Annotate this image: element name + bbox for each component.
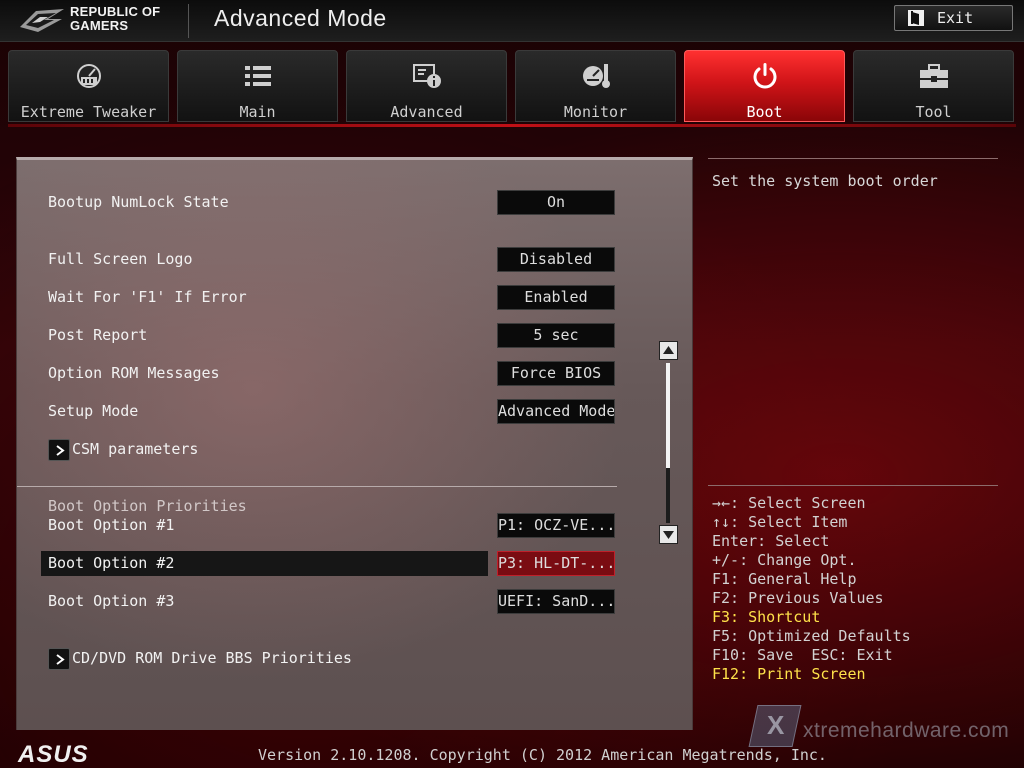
tab-monitor[interactable]: Monitor <box>515 50 676 122</box>
boot-option-2-label: Boot Option #2 <box>48 554 175 572</box>
help-description: Set the system boot order <box>712 172 938 190</box>
tab-strip-underline <box>8 124 1016 127</box>
power-icon <box>753 63 777 89</box>
boot-option-3-label: Boot Option #3 <box>48 592 175 610</box>
extreme-tweaker-icon <box>77 64 101 88</box>
help-shortcuts-divider <box>708 485 998 486</box>
arrow-up-icon <box>663 346 674 354</box>
brand-line-1: REPUBLIC OF <box>70 4 161 19</box>
shortcut-f10-esc: F10: Save ESC: Exit <box>712 646 893 664</box>
rog-eye-icon <box>20 9 64 32</box>
toolbox-icon <box>920 64 948 88</box>
exit-label: Exit <box>937 9 974 27</box>
chevron-right-icon <box>48 439 70 461</box>
brand-name: REPUBLIC OF GAMERS <box>70 5 160 33</box>
setting-label-numlock: Bootup NumLock State <box>48 193 229 211</box>
wait-f1-value[interactable]: Enabled <box>497 285 615 310</box>
tab-label: Advanced <box>390 103 463 121</box>
csm-parameters-label: CSM parameters <box>72 440 199 458</box>
boot-option-1-label: Boot Option #1 <box>48 516 175 534</box>
arrow-down-icon <box>663 531 674 539</box>
setup-mode-value[interactable]: Advanced Mode <box>497 399 615 424</box>
header-divider <box>188 4 189 38</box>
csm-parameters-submenu[interactable]: CSM parameters <box>48 439 298 461</box>
shortcut-change-opt: +/-: Change Opt. <box>712 551 857 569</box>
brand-line-2: GAMERS <box>70 18 129 33</box>
settings-panel: Bootup NumLock State On Full Screen Logo… <box>16 157 693 730</box>
page-title: Advanced Mode <box>214 5 387 31</box>
asus-logo: ASUS <box>18 741 89 768</box>
exit-door-icon <box>908 10 924 26</box>
scrollbar-thumb[interactable] <box>666 363 670 468</box>
tab-label: Tool <box>915 103 952 121</box>
setting-label-post-report: Post Report <box>48 326 148 344</box>
numlock-value[interactable]: On <box>497 190 615 215</box>
shortcut-f12[interactable]: F12: Print Screen <box>712 665 911 684</box>
list-icon <box>245 66 271 86</box>
setting-label-setup-mode: Setup Mode <box>48 402 139 420</box>
section-divider <box>17 486 617 487</box>
fullscreen-logo-value[interactable]: Disabled <box>497 247 615 272</box>
cddvd-bbs-priorities-submenu[interactable]: CD/DVD ROM Drive BBS Priorities <box>48 648 352 670</box>
tab-label: Boot <box>746 103 783 121</box>
advanced-settings-icon <box>413 64 441 88</box>
shortcut-f5: F5: Optimized Defaults <box>712 627 911 645</box>
shortcut-list: →←: Select Screen ↑↓: Select Item Enter:… <box>712 494 911 684</box>
header-bar: REPUBLIC OF GAMERS Advanced Mode Exit <box>0 0 1024 42</box>
chevron-right-icon <box>48 648 70 670</box>
shortcut-f2: F2: Previous Values <box>712 589 884 607</box>
boot-option-1-value[interactable]: P1: OCZ-VE... <box>497 513 615 538</box>
boot-priorities-title: Boot Option Priorities <box>48 497 247 515</box>
shortcut-select-item: ↑↓: Select Item <box>712 513 848 531</box>
watermark-badge-letter: X <box>767 710 785 740</box>
boot-option-2-value[interactable]: P3: HL-DT-... <box>497 551 615 576</box>
watermark: X xtremehardware.com <box>748 703 1009 751</box>
scroll-up-button[interactable] <box>659 341 678 360</box>
option-rom-value[interactable]: Force BIOS <box>497 361 615 386</box>
tab-label: Extreme Tweaker <box>20 103 157 121</box>
exit-button[interactable]: Exit <box>894 5 1013 31</box>
shortcut-f3[interactable]: F3: Shortcut <box>712 608 911 627</box>
tab-label: Main <box>239 103 276 121</box>
setting-label-option-rom: Option ROM Messages <box>48 364 220 382</box>
setting-label-fullscreen-logo: Full Screen Logo <box>48 250 193 268</box>
shortcut-enter: Enter: Select <box>712 532 830 550</box>
monitor-gauge-icon <box>583 64 610 88</box>
help-top-divider <box>708 158 998 159</box>
tab-extreme-tweaker[interactable]: Extreme Tweaker <box>8 50 169 122</box>
tab-boot[interactable]: Boot <box>684 50 845 122</box>
shortcut-select-screen: →←: Select Screen <box>712 494 866 512</box>
shortcut-f1: F1: General Help <box>712 570 857 588</box>
setting-label-wait-f1: Wait For 'F1' If Error <box>48 288 247 306</box>
scroll-down-button[interactable] <box>659 525 678 544</box>
boot-option-3-value[interactable]: UEFI: SanD... <box>497 589 615 614</box>
tab-main[interactable]: Main <box>177 50 338 122</box>
tab-tool[interactable]: Tool <box>853 50 1014 122</box>
tab-label: Monitor <box>563 103 628 121</box>
tab-advanced[interactable]: Advanced <box>346 50 507 122</box>
watermark-text: xtremehardware.com <box>803 719 1010 742</box>
post-report-value[interactable]: 5 sec <box>497 323 615 348</box>
tab-bar: Extreme Tweaker Main Advanced Monitor Bo… <box>0 48 1024 124</box>
cddvd-bbs-priorities-label: CD/DVD ROM Drive BBS Priorities <box>72 649 352 667</box>
version-copyright: Version 2.10.1208. Copyright (C) 2012 Am… <box>258 746 827 764</box>
